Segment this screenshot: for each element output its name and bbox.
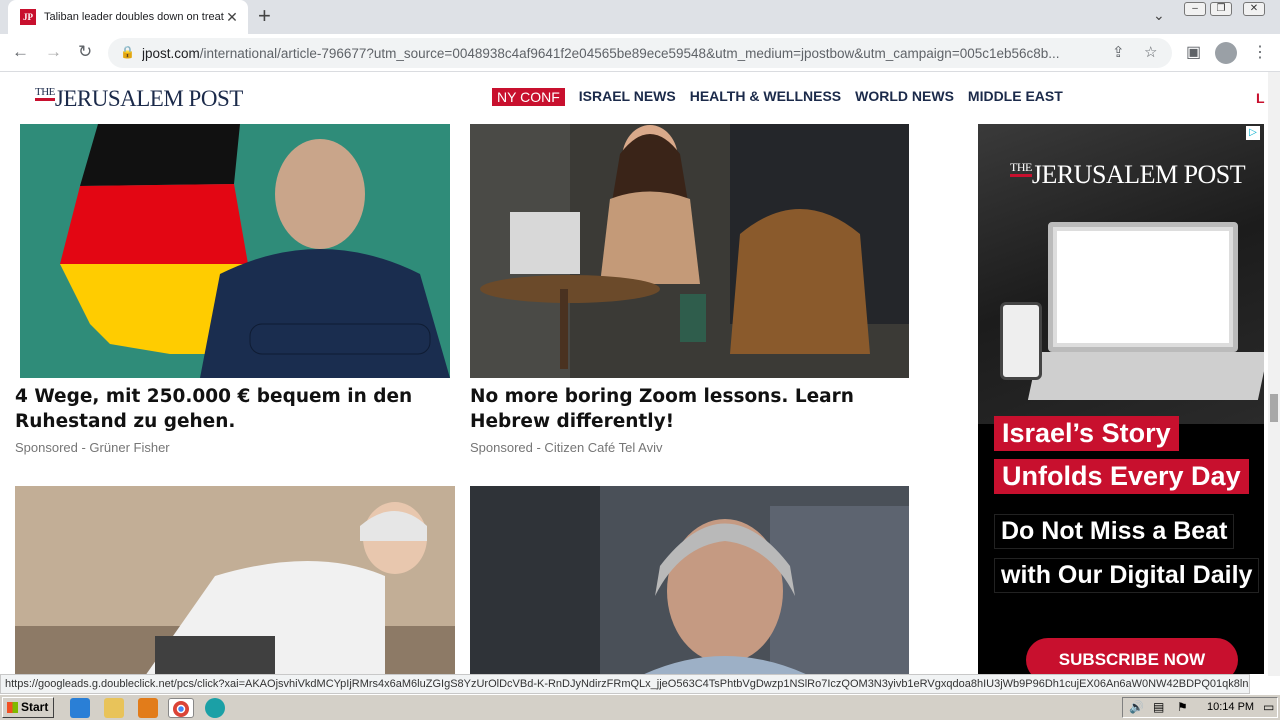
elderly-man-illustration [15, 486, 455, 674]
nav-world-news[interactable]: WORLD NEWS [855, 88, 954, 106]
main-nav: NY CONF ISRAEL NEWS HEALTH & WELLNESS WO… [492, 88, 1077, 106]
start-button[interactable]: Start [2, 697, 54, 718]
reload-icon[interactable]: ↻ [78, 42, 92, 62]
ie-icon[interactable] [70, 698, 90, 718]
nav-health-wellness[interactable]: HEALTH & WELLNESS [690, 88, 841, 106]
profile-avatar[interactable] [1215, 42, 1237, 64]
edge-icon[interactable] [205, 698, 225, 718]
address-bar[interactable]: 🔒 jpost.com/international/article-796677… [108, 38, 1172, 68]
favicon-icon: JP [20, 9, 36, 25]
volume-icon[interactable]: 🔊 [1129, 700, 1144, 714]
bookmark-star-icon[interactable]: ☆ [1144, 43, 1157, 61]
flag-icon[interactable]: ⚑ [1177, 700, 1188, 714]
monitor-icon[interactable]: ▭ [1263, 700, 1274, 714]
browser-toolbar: ← → ↻ 🔒 jpost.com/international/article-… [0, 34, 1280, 72]
link-status-bar: https://googleads.g.doubleclick.net/pcs/… [0, 674, 1250, 694]
windows-logo-icon [7, 702, 18, 713]
card-image-germany[interactable] [20, 124, 450, 378]
windows-taskbar: Start 🔊 ▤ ⚑ ▭ 10:14 PM [0, 694, 1280, 720]
media-player-icon[interactable] [138, 698, 158, 718]
woman-laptop-photo [470, 124, 909, 378]
close-window-button[interactable]: ✕ [1243, 2, 1265, 16]
card-image-elderly-woman[interactable] [470, 486, 909, 674]
card-headline[interactable]: 4 Wege, mit 250.000 € bequem in den Ruhe… [15, 384, 455, 434]
laptop-base-illustration [1027, 352, 1264, 400]
ad-logo: THEJERUSALEM POST [1010, 160, 1246, 189]
jpost-subscription-ad[interactable]: ▷ THEJERUSALEM POST Israel’s Story Unfol… [978, 124, 1264, 674]
content-area: 4 Wege, mit 250.000 € bequem in den Ruhe… [0, 124, 1268, 674]
chrome-icon[interactable] [168, 698, 194, 718]
system-tray: 🔊 ▤ ⚑ ▭ [1122, 697, 1278, 718]
elderly-woman-photo [470, 486, 909, 674]
network-icon[interactable]: ▤ [1153, 700, 1164, 714]
subscribe-now-button[interactable]: SUBSCRIBE NOW [1026, 638, 1238, 674]
ad-choices-icon[interactable]: ▷ [1246, 126, 1260, 140]
phone-illustration [1000, 302, 1042, 380]
ad-line-2: Unfolds Every Day [994, 459, 1249, 494]
menu-kebab-icon[interactable]: ⋮ [1252, 42, 1268, 62]
tab-strip: JP Taliban leader doubles down on treat … [0, 0, 1280, 34]
lock-icon[interactable]: 🔒 [120, 45, 135, 59]
ad-line-3: Do Not Miss a Beat [994, 514, 1235, 549]
browser-tab[interactable]: JP Taliban leader doubles down on treat … [8, 0, 248, 34]
site-logo[interactable]: THEJERUSALEM POST [35, 86, 243, 112]
new-tab-button[interactable]: + [258, 5, 271, 27]
close-tab-icon[interactable]: ✕ [224, 9, 240, 26]
clock: 10:14 PM [1207, 701, 1255, 713]
minimize-button[interactable]: – [1184, 2, 1206, 16]
url-text[interactable]: jpost.com/international/article-796677?u… [142, 46, 1102, 61]
site-header: THEJERUSALEM POST NY CONF ISRAEL NEWS HE… [0, 72, 1268, 124]
card-sponsor[interactable]: Sponsored - Citizen Café Tel Aviv [470, 440, 662, 455]
tab-title: Taliban leader doubles down on treat [44, 11, 224, 23]
card-image-hebrew[interactable] [470, 124, 909, 378]
restore-button[interactable]: ❐ [1210, 2, 1232, 16]
germany-map-illustration [20, 124, 450, 378]
tab-search-icon[interactable]: ⌄ [1153, 7, 1165, 24]
folder-icon[interactable] [104, 698, 124, 718]
ad-line-4: with Our Digital Daily [994, 558, 1260, 593]
forward-icon[interactable]: → [45, 42, 62, 62]
scrollbar-thumb[interactable] [1270, 394, 1278, 422]
ad-line-1: Israel’s Story [994, 416, 1179, 451]
card-image-elderly-man[interactable] [15, 486, 455, 674]
card-sponsor[interactable]: Sponsored - Grüner Fisher [15, 440, 170, 455]
laptop-illustration [1048, 222, 1238, 352]
side-panel-icon[interactable]: ▣ [1186, 42, 1201, 62]
share-icon[interactable]: ⇪ [1112, 43, 1125, 61]
page-scrollbar[interactable] [1268, 72, 1280, 676]
back-icon[interactable]: ← [12, 42, 29, 62]
card-headline[interactable]: No more boring Zoom lessons. Learn Hebre… [470, 384, 910, 434]
nav-ny-conf[interactable]: NY CONF [492, 88, 565, 106]
nav-middle-east[interactable]: MIDDLE EAST [968, 88, 1063, 106]
nav-israel-news[interactable]: ISRAEL NEWS [579, 88, 676, 106]
nav-more[interactable]: L [1256, 90, 1265, 106]
